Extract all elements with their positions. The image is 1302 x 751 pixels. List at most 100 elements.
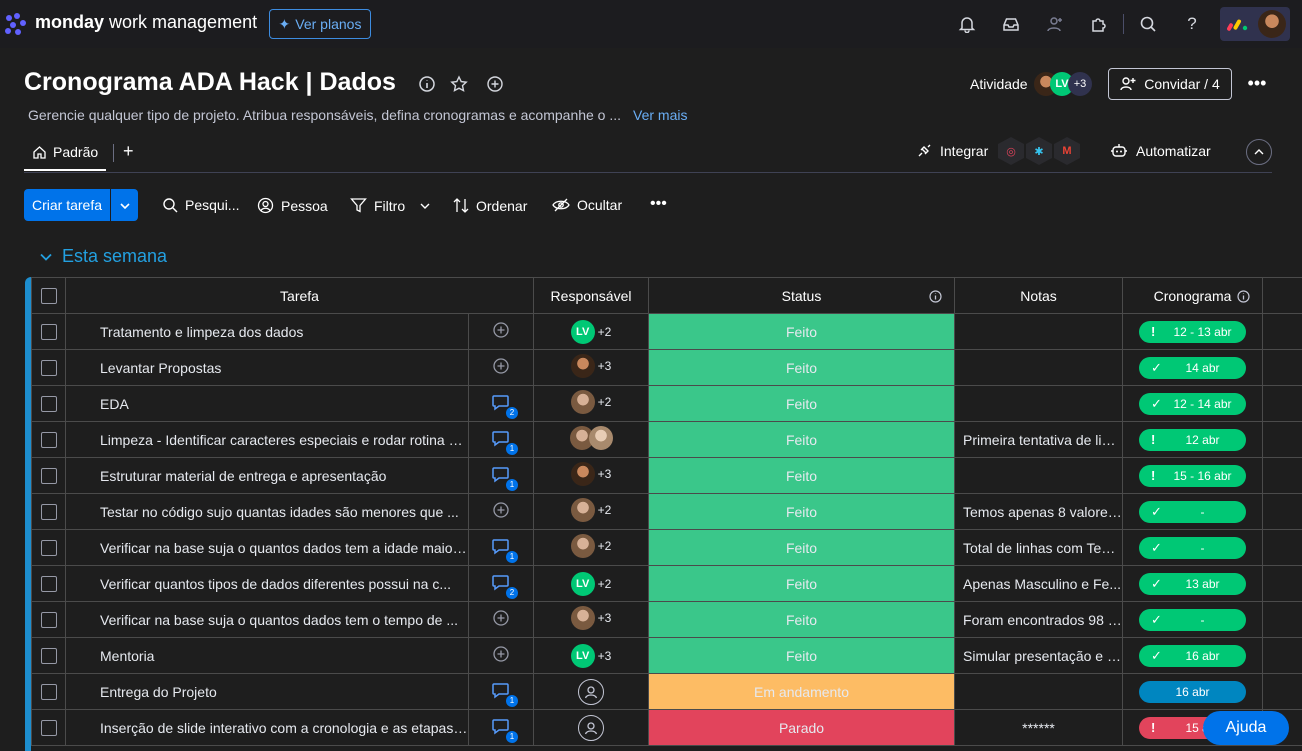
row-select-cell[interactable] [31, 637, 66, 674]
monday-logo-icon[interactable] [4, 12, 30, 36]
timeline-pill[interactable]: ! 15 - 16 abr [1139, 464, 1247, 487]
row-select-cell[interactable] [31, 313, 66, 350]
notes-cell[interactable] [954, 457, 1124, 494]
responsavel-cell[interactable]: LV +2 [533, 565, 650, 602]
status-cell[interactable]: Feito [648, 421, 956, 458]
responsavel-cell[interactable]: +2 [533, 529, 650, 566]
row-select-cell[interactable] [31, 349, 66, 386]
updates-cell[interactable] [467, 637, 535, 674]
brand-name[interactable]: monday work management [35, 12, 257, 33]
status-cell[interactable]: Feito [648, 493, 956, 530]
info-icon[interactable] [417, 74, 437, 94]
select-all-checkbox[interactable] [40, 287, 57, 304]
updates-cell[interactable] [467, 313, 535, 350]
convidar-button[interactable]: Convidar / 4 [1108, 68, 1232, 100]
updates-cell[interactable]: 1 [467, 457, 535, 494]
timeline-cell[interactable]: 16 abr [1122, 673, 1264, 710]
filter-tool[interactable]: Filtro [350, 197, 430, 214]
responsavel-cell[interactable]: +3 [533, 601, 650, 638]
responsavel-cell[interactable] [533, 421, 650, 458]
status-cell[interactable]: Feito [648, 637, 956, 674]
updates-cell[interactable] [467, 601, 535, 638]
responsavel-cell[interactable]: LV +3 [533, 637, 650, 674]
add-view-button[interactable]: + [123, 141, 134, 162]
status-cell[interactable]: Feito [648, 313, 956, 350]
notes-cell[interactable]: Primeira tentativa de limpeza [954, 421, 1124, 458]
search-tool[interactable]: Pesqui... [162, 197, 239, 213]
updates-cell[interactable]: 1 [467, 673, 535, 710]
search-icon[interactable] [1136, 12, 1160, 36]
responsavel-cell[interactable]: +3 [533, 349, 650, 386]
integration-badges[interactable]: ◎ ✱ M [998, 137, 1080, 165]
responsavel-cell[interactable]: +2 [533, 493, 650, 530]
table-row[interactable]: Levantar Propostas +3 Feito ✓ 14 abr [31, 349, 1302, 386]
ajuda-button[interactable]: Ajuda [1203, 711, 1289, 745]
row-select-cell[interactable] [31, 673, 66, 710]
row-checkbox[interactable] [40, 503, 57, 520]
updates-cell[interactable]: 2 [467, 385, 535, 422]
timeline-cell[interactable]: ! 12 - 13 abr [1122, 313, 1264, 350]
info-icon[interactable] [929, 290, 942, 303]
notes-cell[interactable] [954, 313, 1124, 350]
notes-cell[interactable]: Total de linhas com Temp ... [954, 529, 1124, 566]
atividade-button[interactable]: Atividade [970, 76, 1028, 92]
timeline-pill[interactable]: ✓ - [1139, 608, 1247, 631]
ver-planos-button[interactable]: ✦ Ver planos [269, 9, 371, 39]
star-icon[interactable] [449, 74, 469, 94]
updates-cell[interactable] [467, 349, 535, 386]
notes-cell[interactable]: ****** [954, 709, 1124, 746]
timeline-pill[interactable]: ✓ - [1139, 536, 1247, 559]
row-checkbox[interactable] [40, 647, 57, 664]
updates-cell[interactable]: 1 [467, 529, 535, 566]
timeline-cell[interactable]: ✓ 16 abr [1122, 637, 1264, 674]
column-header-status[interactable]: Status [648, 277, 956, 314]
timeline-cell[interactable]: ✓ 13 abr [1122, 565, 1264, 602]
responsavel-cell[interactable] [533, 709, 650, 746]
criar-tarefa-button[interactable]: Criar tarefa [24, 189, 138, 221]
table-row[interactable]: EDA 2 +2 Feito ✓ 12 - 14 abr [31, 385, 1302, 422]
table-row[interactable]: Estruturar material de entrega e apresen… [31, 457, 1302, 494]
apps-puzzle-icon[interactable] [1087, 12, 1111, 36]
table-row[interactable]: Testar no código sujo quantas idades são… [31, 493, 1302, 530]
status-cell[interactable]: Feito [648, 457, 956, 494]
row-select-cell[interactable] [31, 565, 66, 602]
sort-tool[interactable]: Ordenar [453, 197, 527, 214]
status-cell[interactable]: Feito [648, 529, 956, 566]
invite-member-icon[interactable] [1043, 12, 1067, 36]
row-select-cell[interactable] [31, 421, 66, 458]
responsavel-cell[interactable] [533, 673, 650, 710]
hide-tool[interactable]: Ocultar [552, 197, 622, 213]
row-select-cell[interactable] [31, 601, 66, 638]
task-name[interactable]: Estruturar material de entrega e apresen… [65, 457, 469, 494]
table-row[interactable]: Limpeza - Identificar caracteres especia… [31, 421, 1302, 458]
chevron-down-icon[interactable] [420, 203, 430, 209]
task-name[interactable]: Entrega do Projeto [65, 673, 469, 710]
row-checkbox[interactable] [40, 575, 57, 592]
updates-cell[interactable]: 1 [467, 709, 535, 746]
bell-icon[interactable] [955, 12, 979, 36]
column-header-responsavel[interactable]: Responsável [533, 277, 650, 314]
row-checkbox[interactable] [40, 611, 57, 628]
timeline-pill[interactable]: ✓ - [1139, 500, 1247, 523]
table-row[interactable]: Mentoria LV +3 Feito Simular presentação e t… [31, 637, 1302, 674]
task-name[interactable]: Testar no código sujo quantas idades são… [65, 493, 469, 530]
help-icon[interactable]: ? [1180, 12, 1204, 36]
row-select-cell[interactable] [31, 493, 66, 530]
chevron-down-icon[interactable] [40, 253, 52, 261]
responsavel-cell[interactable]: +2 [533, 385, 650, 422]
status-cell[interactable]: Feito [648, 349, 956, 386]
add-column-cell[interactable] [1262, 277, 1302, 314]
notes-cell[interactable]: Temos apenas 8 valores ... [954, 493, 1124, 530]
responsavel-cell[interactable]: +3 [533, 457, 650, 494]
row-checkbox[interactable] [40, 719, 57, 736]
group-header[interactable]: Esta semana [40, 246, 167, 267]
info-icon[interactable] [1237, 290, 1250, 303]
timeline-cell[interactable]: ✓ 12 - 14 abr [1122, 385, 1264, 422]
integrar-button[interactable]: Integrar [916, 143, 988, 159]
row-checkbox[interactable] [40, 359, 57, 376]
task-name[interactable]: Mentoria [65, 637, 469, 674]
person-filter[interactable]: Pessoa [257, 197, 328, 214]
notes-cell[interactable] [954, 673, 1124, 710]
task-name[interactable]: Tratamento e limpeza dos dados [65, 313, 469, 350]
row-checkbox[interactable] [40, 431, 57, 448]
